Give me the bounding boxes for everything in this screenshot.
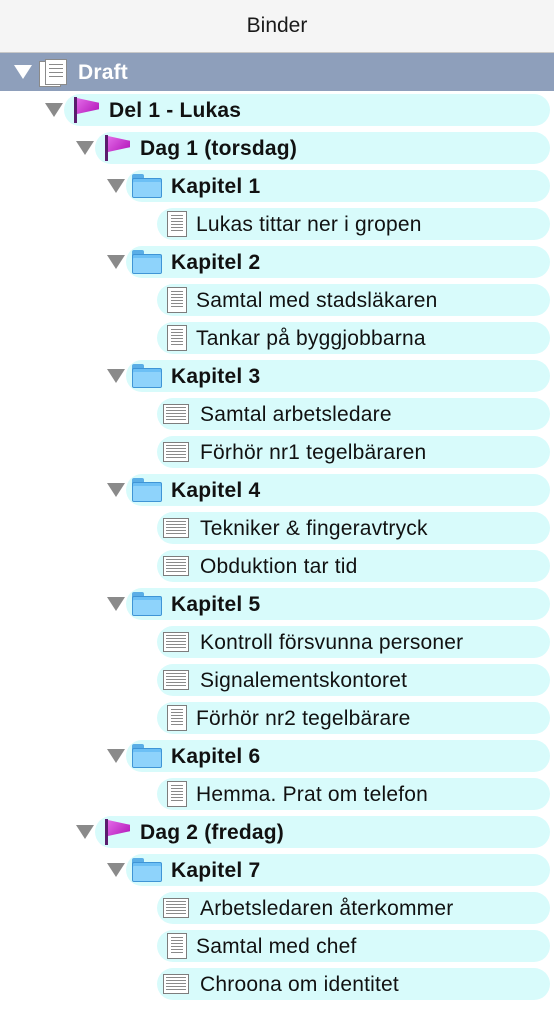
disclosure-triangle-icon[interactable]: [107, 255, 125, 269]
document-icon: [167, 781, 187, 807]
outline-row-label: Lukas tittar ner i gropen: [196, 213, 422, 236]
outline-row-doc-v[interactable]: Samtal med chef: [0, 927, 554, 965]
outline-row-label: Kontroll försvunna personer: [200, 631, 464, 654]
outline-row-label: Hemma. Prat om telefon: [196, 783, 428, 806]
index-card-icon: [163, 442, 189, 462]
outline-row-label: Samtal arbetsledare: [200, 403, 392, 426]
outline-row-doc-v[interactable]: Lukas tittar ner i gropen: [0, 205, 554, 243]
flag-icon: [101, 135, 130, 161]
outline-row-folder[interactable]: Kapitel 3: [0, 357, 554, 395]
folder-icon: [132, 592, 162, 616]
binder-title: Binder: [246, 14, 308, 37]
outline-row-doc-v[interactable]: Förhör nr2 tegelbärare: [0, 699, 554, 737]
index-card-icon: [163, 670, 189, 690]
outline-row-label: Kapitel 3: [171, 365, 261, 388]
document-icon: [167, 705, 187, 731]
disclosure-triangle-icon[interactable]: [76, 141, 94, 155]
disclosure-triangle-icon[interactable]: [107, 179, 125, 193]
outline-row-label: Samtal med stadsläkaren: [196, 289, 438, 312]
outline-row-doc-h[interactable]: Kontroll försvunna personer: [0, 623, 554, 661]
outline-row-label: Kapitel 5: [171, 593, 261, 616]
outline-row-doc-v[interactable]: Hemma. Prat om telefon: [0, 775, 554, 813]
disclosure-triangle-icon[interactable]: [76, 825, 94, 839]
outline-row-flag[interactable]: Del 1 - Lukas: [0, 91, 554, 129]
outline-row-label: Förhör nr2 tegelbärare: [196, 707, 411, 730]
disclosure-triangle-icon[interactable]: [14, 65, 32, 79]
outline-row-label: Tankar på byggjobbarna: [196, 327, 426, 350]
outline-row-doc-h[interactable]: Signalementskontoret: [0, 661, 554, 699]
outline-row-label: Arbetsledaren återkommer: [200, 897, 454, 920]
folder-icon: [132, 364, 162, 388]
outline-row-label: Dag 2 (fredag): [140, 821, 284, 844]
disclosure-triangle-icon[interactable]: [45, 103, 63, 117]
flag-icon: [101, 819, 130, 845]
document-icon: [167, 933, 187, 959]
folder-icon: [132, 858, 162, 882]
outline-row-label: Del 1 - Lukas: [109, 99, 242, 122]
outline-row-doc-h[interactable]: Arbetsledaren återkommer: [0, 889, 554, 927]
disclosure-triangle-icon[interactable]: [107, 749, 125, 763]
index-card-icon: [163, 404, 189, 424]
outline-row-draft[interactable]: Draft: [0, 53, 554, 91]
outline-row-label: Chroona om identitet: [200, 973, 399, 996]
outline-row-label: Samtal med chef: [196, 935, 357, 958]
outline-row-label: Obduktion tar tid: [200, 555, 358, 578]
outline-row-label: Dag 1 (torsdag): [140, 137, 298, 160]
outline-row-label: Kapitel 2: [171, 251, 261, 274]
document-icon: [167, 211, 187, 237]
outline-row-label: Kapitel 6: [171, 745, 261, 768]
outline-row-doc-v[interactable]: Tankar på byggjobbarna: [0, 319, 554, 357]
disclosure-triangle-icon[interactable]: [107, 863, 125, 877]
outline-row-label: Kapitel 4: [171, 479, 261, 502]
outline-row-flag[interactable]: Dag 2 (fredag): [0, 813, 554, 851]
outline-row-doc-h[interactable]: Tekniker & fingeravtryck: [0, 509, 554, 547]
outline-row-label: Signalementskontoret: [200, 669, 408, 692]
disclosure-triangle-icon[interactable]: [107, 597, 125, 611]
outline-row-flag[interactable]: Dag 1 (torsdag): [0, 129, 554, 167]
binder-header: Binder: [0, 0, 554, 55]
flag-icon: [70, 97, 99, 123]
folder-icon: [132, 478, 162, 502]
outline-row-label: Draft: [78, 61, 129, 84]
outline-row-label: Kapitel 7: [171, 859, 261, 882]
outline-row-label: Kapitel 1: [171, 175, 261, 198]
folder-icon: [132, 174, 162, 198]
disclosure-triangle-icon[interactable]: [107, 369, 125, 383]
outline-row-label: Förhör nr1 tegelbäraren: [200, 441, 427, 464]
outline-row-doc-h[interactable]: Chroona om identitet: [0, 965, 554, 1003]
folder-icon: [132, 250, 162, 274]
outline-row-doc-h[interactable]: Obduktion tar tid: [0, 547, 554, 585]
outline-row-doc-h[interactable]: Samtal arbetsledare: [0, 395, 554, 433]
folder-icon: [132, 744, 162, 768]
index-card-icon: [163, 518, 189, 538]
index-card-icon: [163, 632, 189, 652]
outline-row-folder[interactable]: Kapitel 2: [0, 243, 554, 281]
disclosure-triangle-icon[interactable]: [107, 483, 125, 497]
draft-icon: [39, 59, 67, 87]
outline-row-folder[interactable]: Kapitel 4: [0, 471, 554, 509]
document-icon: [167, 287, 187, 313]
index-card-icon: [163, 898, 189, 918]
outline-row-folder[interactable]: Kapitel 5: [0, 585, 554, 623]
outline-row-label: Tekniker & fingeravtryck: [200, 517, 428, 540]
document-icon: [167, 325, 187, 351]
outline-row-doc-v[interactable]: Samtal med stadsläkaren: [0, 281, 554, 319]
index-card-icon: [163, 974, 189, 994]
outline-row-doc-h[interactable]: Förhör nr1 tegelbäraren: [0, 433, 554, 471]
outline-row-folder[interactable]: Kapitel 1: [0, 167, 554, 205]
outline-row-folder[interactable]: Kapitel 6: [0, 737, 554, 775]
outline-row-folder[interactable]: Kapitel 7: [0, 851, 554, 889]
index-card-icon: [163, 556, 189, 576]
